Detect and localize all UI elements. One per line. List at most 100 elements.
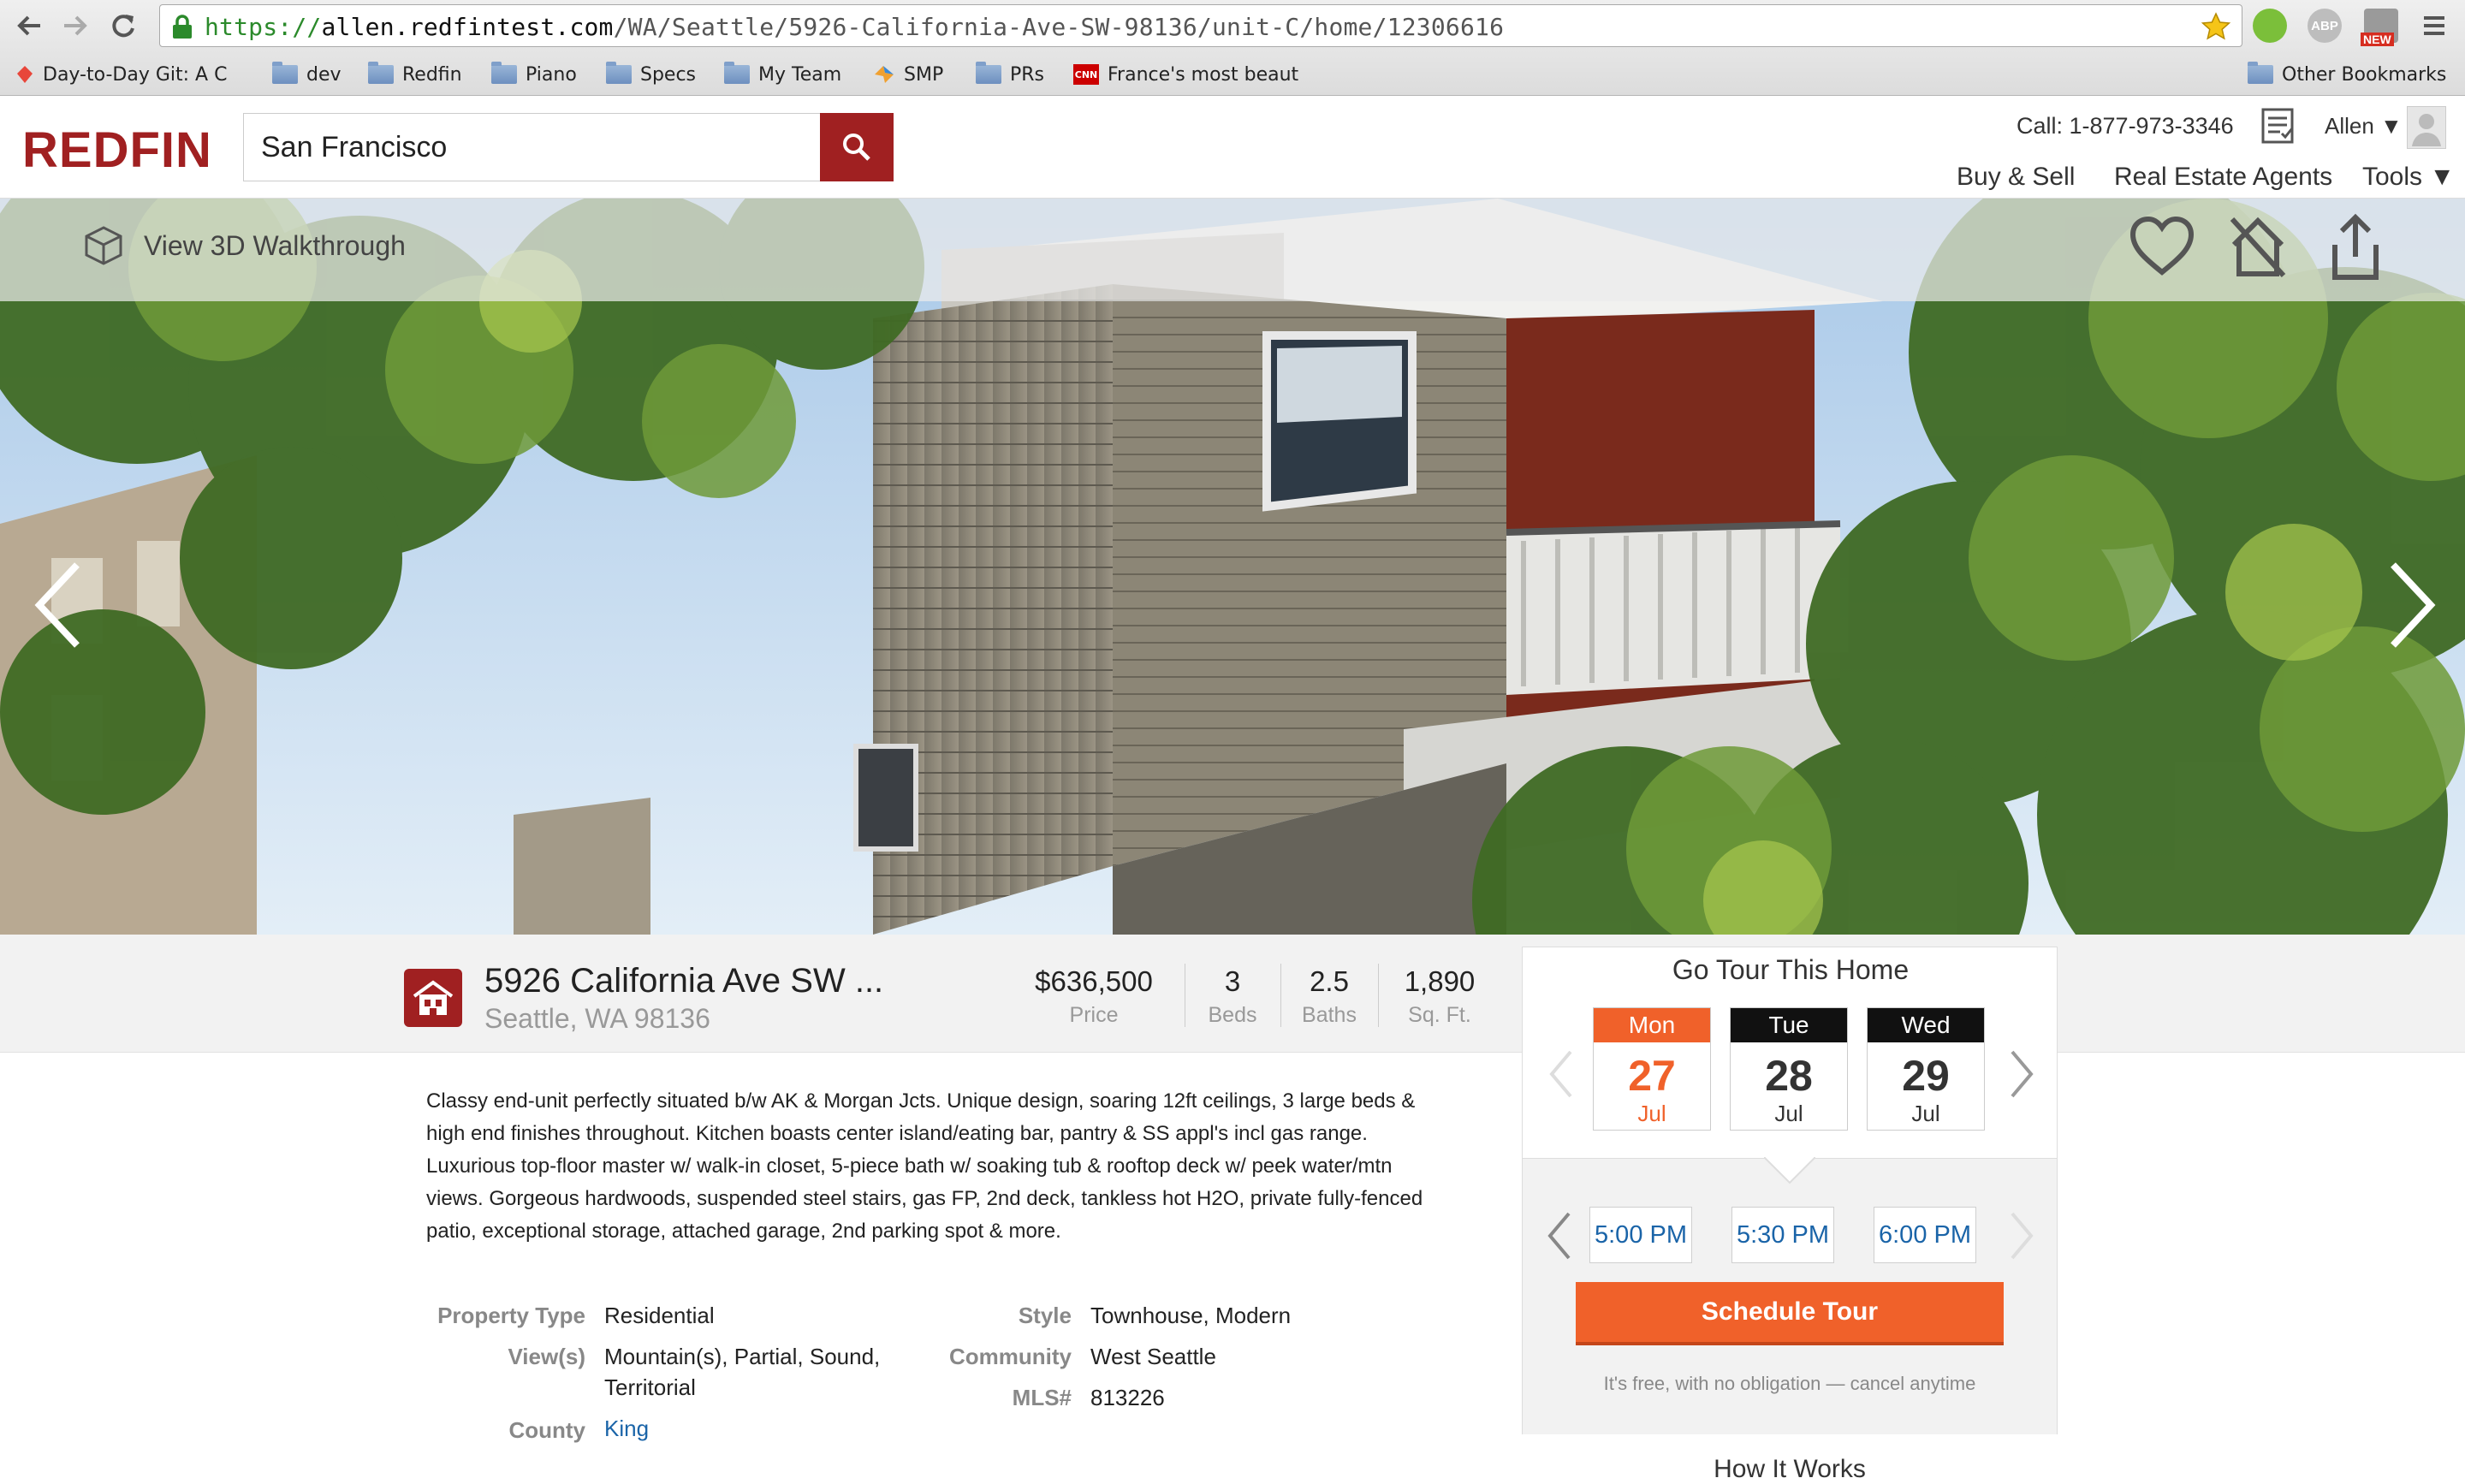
stat-label: Baths: [1302, 1003, 1357, 1027]
other-bookmarks-label: Other Bookmarks: [2282, 63, 2447, 86]
address-line1: 5926 California Ave SW ...: [484, 962, 884, 1000]
smp-icon: [875, 66, 894, 83]
day-name: Mon: [1594, 1008, 1710, 1042]
reload-icon: [112, 15, 134, 38]
day-month: Jul: [1637, 1101, 1666, 1126]
day-name: Tue: [1731, 1008, 1847, 1042]
bookmark-folder[interactable]: Piano: [491, 60, 577, 89]
divider: [1378, 964, 1379, 1027]
folder-icon: [724, 62, 750, 84]
nav-real-estate-agents[interactable]: Real Estate Agents: [2114, 163, 2332, 192]
time-slots: 5:00 PM 5:30 PM 6:00 PM Schedule Tour It…: [1523, 1157, 2057, 1434]
adblock-extension-icon[interactable]: ABP: [2308, 9, 2342, 43]
bookmark-label: Piano: [526, 63, 577, 86]
hide-home-icon[interactable]: [2224, 211, 2292, 284]
forward-button[interactable]: [58, 10, 92, 41]
bookmark-label: dev: [306, 63, 342, 86]
site-header: REDFIN Call: 1-877-973-3346 Allen ▼ Buy …: [0, 96, 2465, 199]
extension-green-icon[interactable]: [2253, 9, 2287, 43]
stat-value: 2.5: [1310, 965, 1349, 997]
bookmark-star-icon[interactable]: [2201, 11, 2231, 42]
photo-toolbar: View 3D Walkthrough: [0, 199, 2465, 301]
view-3d-walkthrough-button[interactable]: View 3D Walkthrough: [82, 224, 406, 267]
listing-photo[interactable]: View 3D Walkthrough: [0, 199, 2465, 935]
next-days-chevron-icon[interactable]: [2007, 1048, 2036, 1100]
bookmark-label: Specs: [640, 63, 697, 86]
forward-arrow-icon: [64, 15, 87, 36]
search-button[interactable]: [820, 113, 894, 181]
bookmark-item[interactable]: Day-to-Day Git: A C: [15, 60, 245, 89]
bookmark-folder[interactable]: dev: [272, 60, 342, 89]
search-input[interactable]: [243, 113, 820, 181]
previous-photo-arrow-icon[interactable]: [29, 558, 89, 652]
back-arrow-icon: [17, 15, 40, 36]
time-slot[interactable]: 5:30 PM: [1731, 1207, 1834, 1263]
bookmark-folder[interactable]: Specs: [606, 60, 696, 89]
bookmark-label: Day-to-Day Git: A C: [43, 63, 228, 86]
previous-times-chevron-icon[interactable]: [1545, 1210, 1574, 1261]
stat-label: Sq. Ft.: [1408, 1003, 1471, 1027]
folder-icon: [272, 62, 298, 84]
avatar[interactable]: [2407, 106, 2446, 149]
address-line2: Seattle, WA 98136: [484, 1003, 710, 1034]
cnn-icon: CNN: [1073, 64, 1099, 85]
bookmark-item[interactable]: CNN France's most beaut: [1073, 60, 1306, 89]
nav-tools[interactable]: Tools ▼: [2362, 163, 2455, 192]
fact-key: View(s): [508, 1344, 585, 1369]
bookmark-folder[interactable]: My Team: [724, 60, 841, 89]
divider: [1280, 964, 1281, 1027]
favorites-list-icon[interactable]: [2261, 108, 2296, 144]
url-scheme: https://: [205, 13, 322, 41]
fact-value: Mountain(s), Partial, Sound,: [604, 1344, 881, 1369]
day-date: 28: [1765, 1052, 1813, 1100]
stat-label: Price: [1069, 1003, 1119, 1027]
fact-key: Community: [949, 1344, 1072, 1369]
fact-key: County: [508, 1417, 585, 1443]
stat-beds: 3 Beds: [1195, 965, 1270, 1028]
day-name: Wed: [1868, 1008, 1984, 1042]
nav-buy-sell[interactable]: Buy & Sell: [1957, 163, 2075, 192]
extension-new-icon[interactable]: NEW: [2361, 9, 2398, 46]
url-text: https://allen.redfintest.com/WA/Seattle/…: [205, 13, 1504, 41]
fact-value: Townhouse, Modern: [1090, 1303, 1292, 1328]
favorite-heart-icon[interactable]: [2128, 211, 2196, 284]
tour-title: Go Tour This Home: [1672, 954, 1910, 985]
bookmark-folder[interactable]: Redfin: [368, 60, 462, 89]
hamburger-menu-icon: [2424, 16, 2444, 35]
stat-value: 3: [1224, 965, 1241, 997]
day-option-mon[interactable]: Mon 27 Jul: [1593, 1007, 1711, 1131]
share-icon[interactable]: [2321, 211, 2390, 284]
bookmark-item[interactable]: SMP: [873, 60, 943, 89]
chrome-menu-button[interactable]: [2417, 10, 2451, 41]
schedule-tour-button[interactable]: Schedule Tour: [1576, 1282, 2004, 1345]
time-slot[interactable]: 5:00 PM: [1589, 1207, 1692, 1263]
townhouse-icon: [413, 980, 454, 1015]
fact-key: MLS#: [1012, 1385, 1072, 1410]
folder-icon: [368, 62, 394, 84]
phone-number: Call: 1-877-973-3346: [2017, 113, 2234, 139]
address-bar[interactable]: https://allen.redfintest.com/WA/Seattle/…: [159, 4, 2242, 47]
day-date: 29: [1902, 1052, 1950, 1100]
user-menu[interactable]: Allen ▼: [2325, 113, 2403, 139]
house-photo-illustration: [0, 199, 2465, 935]
address-row: https://allen.redfintest.com/WA/Seattle/…: [0, 0, 2465, 53]
lock-icon: [173, 15, 192, 39]
stat-label: Beds: [1208, 1003, 1257, 1027]
folder-icon: [976, 62, 1001, 84]
url-host: allen.redfintest.com: [321, 13, 614, 41]
fact-value: 813226: [1090, 1385, 1165, 1410]
day-date: 27: [1628, 1052, 1676, 1100]
url-path: /WA/Seattle/5926-California-Ave-SW-98136…: [613, 13, 1505, 41]
bookmark-folder[interactable]: PRs: [976, 60, 1044, 89]
previous-days-chevron-icon[interactable]: [1547, 1048, 1576, 1100]
reload-button[interactable]: [106, 10, 140, 41]
redfin-logo[interactable]: REDFIN: [22, 122, 212, 179]
county-link[interactable]: King: [604, 1416, 649, 1442]
back-button[interactable]: [12, 10, 46, 41]
next-times-chevron-icon[interactable]: [2007, 1210, 2036, 1261]
time-slot[interactable]: 6:00 PM: [1874, 1207, 1976, 1263]
next-photo-arrow-icon[interactable]: [2381, 558, 2441, 652]
day-option-wed[interactable]: Wed 29 Jul: [1867, 1007, 1985, 1131]
day-option-tue[interactable]: Tue 28 Jul: [1730, 1007, 1848, 1131]
other-bookmarks-folder[interactable]: Other Bookmarks: [2248, 60, 2446, 89]
